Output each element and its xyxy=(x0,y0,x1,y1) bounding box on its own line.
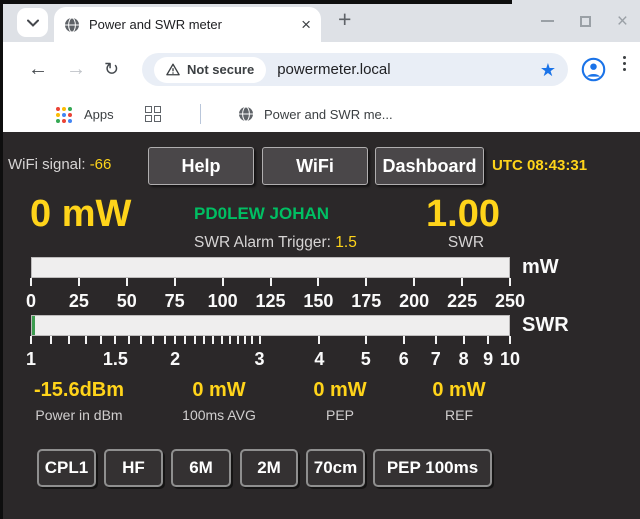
stat-ref-value: 0 mW xyxy=(432,380,485,401)
globe-favicon-icon xyxy=(64,17,80,33)
browser-menu-icon[interactable] xyxy=(623,56,626,71)
tab-title: Power and SWR meter xyxy=(89,17,295,32)
profile-icon[interactable] xyxy=(581,57,606,87)
tab-strip: Power and SWR meter × + × xyxy=(0,0,640,42)
swr-meter-ticks xyxy=(31,336,510,344)
swr-alarm-value: 1.5 xyxy=(335,234,357,251)
wifi-button[interactable]: WiFi xyxy=(262,147,368,185)
tab-close-icon[interactable]: × xyxy=(301,16,311,33)
swr-meter-scale: 11.52345678910 xyxy=(31,349,510,371)
browser-toolbar: ← → ↻ Not secure powermeter.local ★ xyxy=(0,42,640,97)
stat-pep-value: 0 mW xyxy=(313,380,366,401)
stat-dbm: -15.6dBm Power in dBm xyxy=(34,380,124,423)
address-bar[interactable]: Not secure powermeter.local ★ xyxy=(142,53,568,86)
minimize-icon[interactable] xyxy=(541,20,554,22)
swr-meter-unit: SWR xyxy=(522,314,569,337)
swr-meter: 11.52345678910 SWR xyxy=(31,315,510,371)
stat-dbm-value: -15.6dBm xyxy=(34,380,124,401)
swr-meter-bar xyxy=(31,315,510,336)
wifi-signal-value: -66 xyxy=(90,156,112,173)
security-chip[interactable]: Not secure xyxy=(154,57,266,83)
window-controls: × xyxy=(541,0,628,42)
url-text[interactable]: powermeter.local xyxy=(277,61,390,78)
forward-icon[interactable]: → xyxy=(66,57,86,81)
power-meter-unit: mW xyxy=(522,256,559,279)
chevron-down-icon xyxy=(27,19,39,27)
warning-triangle-icon xyxy=(166,63,180,76)
pep-100ms-button[interactable]: PEP 100ms xyxy=(373,449,492,487)
maximize-icon[interactable] xyxy=(580,16,591,27)
stat-avg-label: 100ms AVG xyxy=(182,407,256,423)
hf-button[interactable]: HF xyxy=(104,449,163,487)
active-tab[interactable]: Power and SWR meter × xyxy=(54,7,321,42)
window-frame-left xyxy=(0,0,3,519)
help-button[interactable]: Help xyxy=(148,147,254,185)
stat-avg: 0 mW 100ms AVG xyxy=(182,380,256,423)
6m-button[interactable]: 6M xyxy=(171,449,231,487)
callsign: PD0LEW JOHAN xyxy=(194,204,329,224)
cpl1-button[interactable]: CPL1 xyxy=(37,449,96,487)
power-meter-scale: 0255075100125150175200225250 xyxy=(31,291,510,313)
stat-dbm-label: Power in dBm xyxy=(34,407,124,423)
apps-grid-icon[interactable] xyxy=(56,107,72,123)
power-meter-ticks xyxy=(31,278,510,286)
swr-caption: SWR xyxy=(448,234,484,252)
power-readout: 0 mW xyxy=(30,194,131,234)
stat-pep-label: PEP xyxy=(313,407,366,423)
swr-alarm-trigger: SWR Alarm Trigger: 1.5 xyxy=(194,234,357,252)
70cm-button[interactable]: 70cm xyxy=(306,449,365,487)
back-icon[interactable]: ← xyxy=(28,57,48,81)
window-close-icon[interactable]: × xyxy=(617,12,628,31)
browser-window: Power and SWR meter × + × ← → ↻ Not secu… xyxy=(0,0,640,519)
stat-ref-label: REF xyxy=(432,407,485,423)
wifi-signal-label: WiFi signal: xyxy=(8,156,86,173)
new-tab-button[interactable]: + xyxy=(338,6,351,33)
swr-alarm-label: SWR Alarm Trigger: xyxy=(194,234,331,251)
bookmark-globe-icon xyxy=(238,106,254,127)
bookmarks-divider xyxy=(200,104,201,124)
page-content: WiFi signal: -66 Help WiFi Dashboard UTC… xyxy=(0,132,640,519)
bookmark-item[interactable]: Power and SWR me... xyxy=(264,107,393,122)
security-label: Not secure xyxy=(187,62,254,77)
utc-clock: UTC 08:43:31 xyxy=(492,157,587,174)
power-meter: 0255075100125150175200225250 mW xyxy=(31,257,510,313)
tab-search-button[interactable] xyxy=(17,8,48,37)
wifi-signal: WiFi signal: -66 xyxy=(8,156,111,173)
power-meter-bar xyxy=(31,257,510,278)
stat-pep: 0 mW PEP xyxy=(313,380,366,423)
bookmarks-bar: Apps Power and SWR me... xyxy=(0,97,640,132)
swr-readout: 1.00 xyxy=(426,194,500,234)
window-frame-top xyxy=(0,0,512,4)
apps-label[interactable]: Apps xyxy=(84,107,114,122)
dashboard-button[interactable]: Dashboard xyxy=(375,147,484,185)
reading-list-icon[interactable] xyxy=(145,106,161,122)
reload-icon[interactable]: ↻ xyxy=(104,57,119,81)
stat-avg-value: 0 mW xyxy=(182,380,256,401)
stat-ref: 0 mW REF xyxy=(432,380,485,423)
2m-button[interactable]: 2M xyxy=(240,449,298,487)
swr-meter-fill xyxy=(32,316,35,335)
bookmark-star-icon[interactable]: ★ xyxy=(540,61,556,79)
